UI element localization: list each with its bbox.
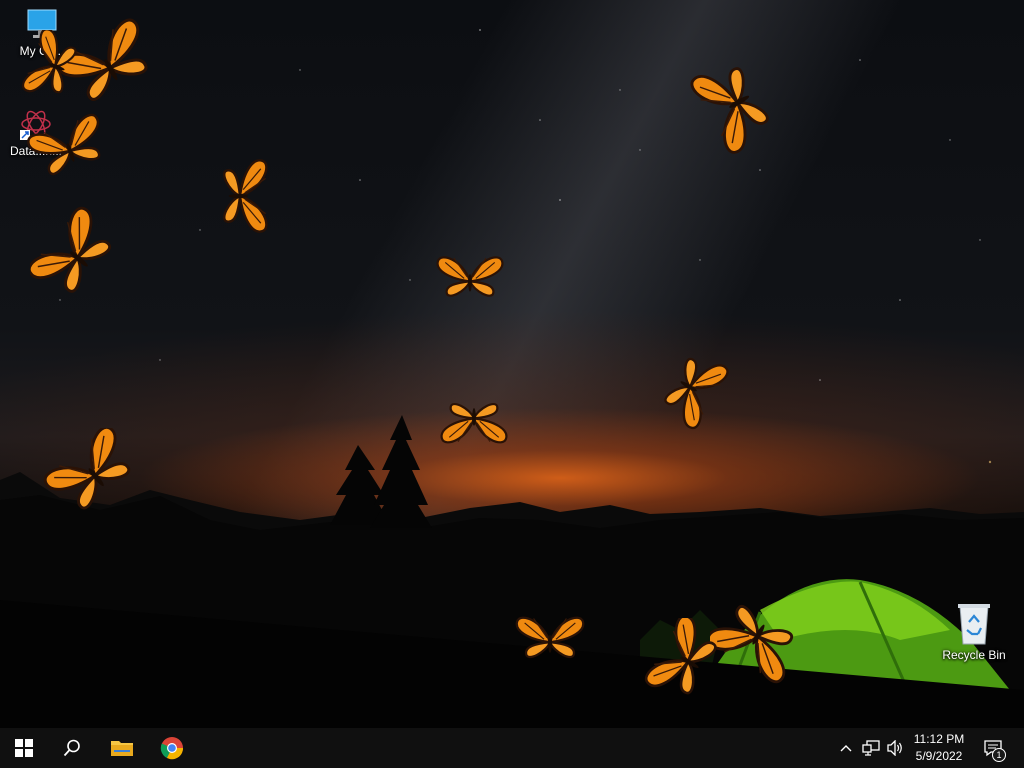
chevron-up-icon <box>840 745 852 752</box>
butterfly-icon <box>515 616 585 659</box>
taskbar-clock[interactable]: 11:12 PM 5/9/2022 <box>906 731 972 765</box>
search-button[interactable] <box>48 728 96 768</box>
chrome-button[interactable] <box>148 728 196 768</box>
taskbar: 11:12 PM 5/9/2022 <box>0 728 1024 768</box>
notification-count-badge: 1 <box>992 748 1006 762</box>
butterfly-icon <box>440 402 508 444</box>
show-hidden-icons-button[interactable] <box>836 728 856 768</box>
chrome-icon <box>160 737 184 760</box>
butterfly-icon <box>40 428 142 519</box>
volume-button[interactable] <box>884 728 906 768</box>
desktop-wallpaper: My Co... Data...n... Recycle Bin <box>0 0 1024 728</box>
butterfly-icon <box>436 256 504 297</box>
clock-time: 11:12 PM <box>913 732 965 746</box>
volume-icon <box>887 740 902 756</box>
search-icon <box>63 739 80 757</box>
butterfly-icon <box>690 55 777 157</box>
action-center-button[interactable] <box>978 728 1008 768</box>
windows-logo-icon <box>15 739 33 757</box>
butterfly-icon <box>25 111 111 180</box>
butterfly-icon <box>223 159 268 233</box>
recycle-bin-icon[interactable]: Recycle Bin <box>938 600 1010 662</box>
butterfly-icon <box>642 618 724 706</box>
folder-icon <box>111 741 133 756</box>
network-button[interactable] <box>860 728 882 768</box>
butterfly-icon <box>20 30 81 103</box>
butterfly-icon <box>658 348 731 432</box>
butterfly-icon <box>30 205 121 304</box>
network-icon <box>862 740 880 756</box>
clock-date: 5/9/2022 <box>915 749 963 763</box>
desktop-icon-label: Recycle Bin <box>942 648 1006 662</box>
recycle-bin-glyph-icon <box>958 604 990 645</box>
start-button[interactable] <box>0 728 48 768</box>
file-explorer-button[interactable] <box>98 728 146 768</box>
